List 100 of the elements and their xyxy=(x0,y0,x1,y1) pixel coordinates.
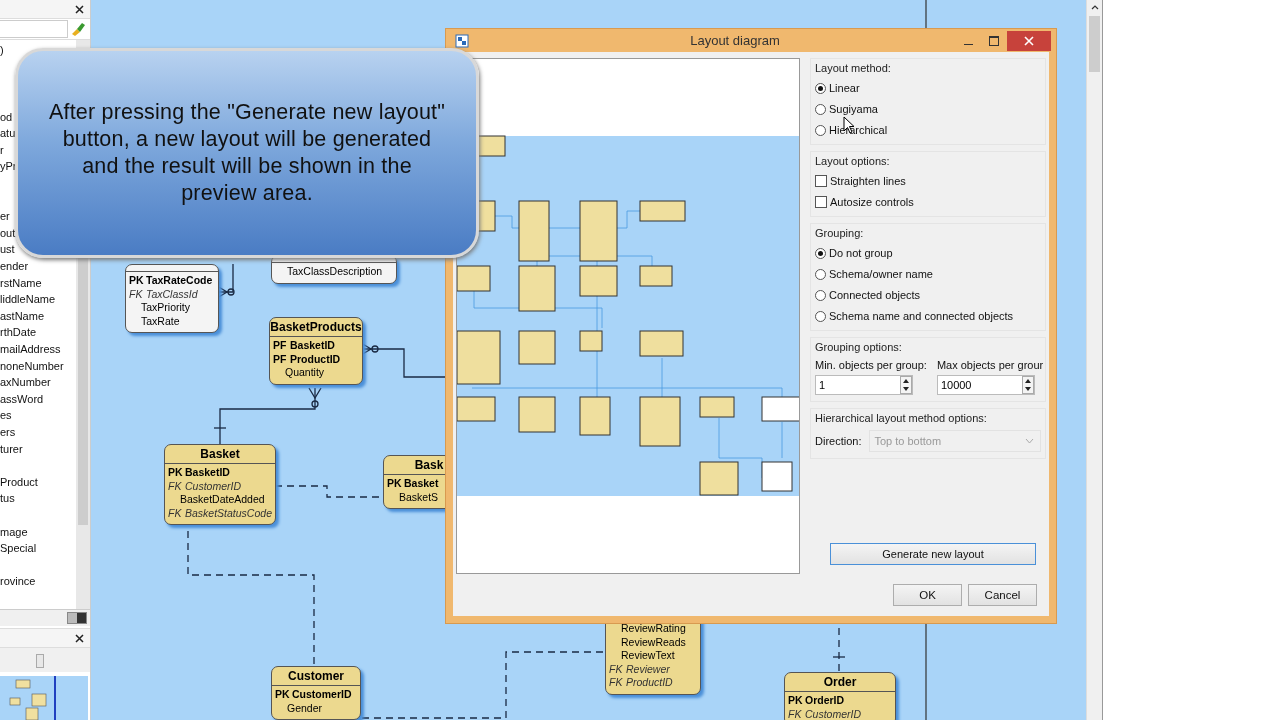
column-name: TaxRateCode xyxy=(146,274,213,288)
tree-item[interactable]: Special xyxy=(0,542,37,555)
tree-item[interactable]: ender xyxy=(0,260,29,273)
tree-item[interactable]: turer xyxy=(0,442,23,455)
column-name: TaxRate xyxy=(141,314,180,329)
table-entity[interactable]: Customer PK CustomerID Gender xyxy=(271,666,361,720)
checkbox-option[interactable]: Straighten lines xyxy=(815,173,906,190)
column-name: BasketDateAdded xyxy=(180,493,265,507)
tree-item[interactable]: astName xyxy=(0,309,45,322)
group-label: Layout options: xyxy=(815,154,891,169)
key-label: PK xyxy=(168,466,181,480)
tree-item[interactable]: rovince xyxy=(0,575,36,588)
column-name: OrderID xyxy=(805,694,845,708)
filter-field[interactable] xyxy=(0,20,68,38)
tree-item[interactable]: ust xyxy=(0,243,15,256)
radio-option[interactable]: Schema name and connected objects xyxy=(815,308,1014,325)
radio-option[interactable]: Sugiyama xyxy=(815,101,878,118)
tree-item[interactable]: r xyxy=(0,143,4,156)
radio-option[interactable]: Schema/owner name xyxy=(815,266,933,283)
tree-item[interactable]: ers xyxy=(0,425,16,438)
navigation-arrows-icon[interactable] xyxy=(67,612,87,624)
key-label: FK xyxy=(168,479,181,494)
column-name: Quantity xyxy=(285,366,325,380)
entity-title: Customer xyxy=(272,667,360,686)
overview-drawing[interactable] xyxy=(0,676,88,720)
tree-item[interactable]: tus xyxy=(0,492,15,505)
tree-item[interactable]: atu xyxy=(0,127,16,140)
tree-item[interactable]: es xyxy=(0,409,12,422)
dialog-button[interactable]: Cancel xyxy=(968,584,1037,607)
window-title: Layout diagram xyxy=(689,33,781,49)
column-name: TaxClassDescription xyxy=(287,265,383,279)
scrollbar[interactable] xyxy=(1086,0,1103,720)
field-label: Max objects per grour xyxy=(936,359,1044,372)
close-icon[interactable] xyxy=(75,4,84,14)
tree-item[interactable]: out xyxy=(0,226,16,239)
entity-title: Order xyxy=(785,673,895,692)
column-name: Basket xyxy=(404,477,439,491)
number-field[interactable]: 10000 xyxy=(936,375,1035,396)
relationship-line[interactable] xyxy=(360,342,447,378)
radio-option[interactable]: Connected objects xyxy=(815,287,921,304)
column-name: ProductID xyxy=(626,676,673,690)
checkbox-option[interactable]: Autosize controls xyxy=(815,194,914,211)
generate-layout-button[interactable]: Generate new layout xyxy=(830,543,1036,566)
key-label: PK xyxy=(387,477,400,491)
tree-item[interactable]: yPr xyxy=(0,160,17,173)
radio-option[interactable]: Linear xyxy=(815,80,860,97)
entity-title: BasketProducts xyxy=(270,318,362,337)
column-name: ReviewRating xyxy=(621,622,686,636)
key-label: PF xyxy=(273,352,286,367)
column-name: CustomerID xyxy=(185,479,241,494)
table-entity[interactable]: BasketProducts PF BasketID PF ProductID Quantity xyxy=(269,317,363,385)
scroll-up-icon[interactable] xyxy=(1090,5,1099,10)
key-label: PK xyxy=(129,274,142,288)
tree-item[interactable]: od xyxy=(0,110,13,123)
column-name: BasketStatusCode xyxy=(185,506,272,521)
spinner-arrows-icon[interactable] xyxy=(900,376,912,395)
tree-item[interactable]: rstName xyxy=(0,276,42,289)
key-label: PK xyxy=(788,694,801,708)
close-icon[interactable] xyxy=(75,633,84,643)
group-label: Grouping: xyxy=(815,226,865,241)
zoom-slider-thumb[interactable] xyxy=(36,654,44,668)
entity-title: Basket xyxy=(165,445,275,464)
tree-item[interactable]: liddleName xyxy=(0,293,56,306)
tree-item[interactable]: assWord xyxy=(0,392,44,405)
scrollbar-thumb[interactable] xyxy=(1089,16,1100,72)
key-label: FK xyxy=(168,506,181,521)
brush-icon[interactable] xyxy=(70,22,86,36)
column-name: ReviewText xyxy=(621,649,675,663)
column-name: Gender xyxy=(287,701,323,716)
group-label: Hierarchical layout method options: xyxy=(815,411,988,426)
table-entity[interactable]: Order PK OrderID FK CustomerID xyxy=(784,672,896,720)
field-label: Min. objects per group: xyxy=(815,359,927,372)
dialog-button[interactable]: OK xyxy=(893,584,962,607)
key-label: PK xyxy=(275,688,288,702)
tree-item[interactable]: ) xyxy=(0,44,4,57)
group-label: Grouping options: xyxy=(815,340,903,355)
key-label: FK xyxy=(788,707,801,720)
spinner-arrows-icon[interactable] xyxy=(1021,376,1034,395)
column-name: BasketS xyxy=(399,490,439,505)
tree-item[interactable]: Product xyxy=(0,475,38,488)
column-name: BasketID xyxy=(290,339,335,353)
callout-text: After pressing the "Generate new layout" button, a new layout will be generated and the result will be shown in the preview area. xyxy=(47,99,447,207)
tree-item[interactable]: mailAddress xyxy=(0,343,61,355)
radio-option[interactable]: Do not group xyxy=(815,245,893,262)
table-entity[interactable]: Basket PK BasketID FK CustomerID BasketDateAdded FK BasketStatusCode xyxy=(164,444,276,526)
tree-item[interactable]: mage xyxy=(0,525,28,538)
relationship-line[interactable] xyxy=(213,387,322,445)
tree-item[interactable]: er xyxy=(0,210,10,223)
key-label: FK xyxy=(129,287,142,302)
column-name: ProductID xyxy=(290,352,341,367)
relationship-line[interactable] xyxy=(216,263,235,299)
column-name: ReviewReads xyxy=(621,635,686,650)
tree-item[interactable]: noneNumber xyxy=(0,359,64,372)
tree-item[interactable]: axNumber xyxy=(0,376,51,389)
tree-item[interactable]: rthDate xyxy=(0,326,37,339)
key-label: PF xyxy=(273,339,286,353)
column-name: BasketID xyxy=(185,466,230,480)
group-label: Layout method: xyxy=(815,61,892,76)
table-entity[interactable]: PK TaxRateCode FK TaxClassId TaxPriority TaxRate xyxy=(125,264,219,334)
number-field[interactable]: 1 xyxy=(815,375,913,396)
